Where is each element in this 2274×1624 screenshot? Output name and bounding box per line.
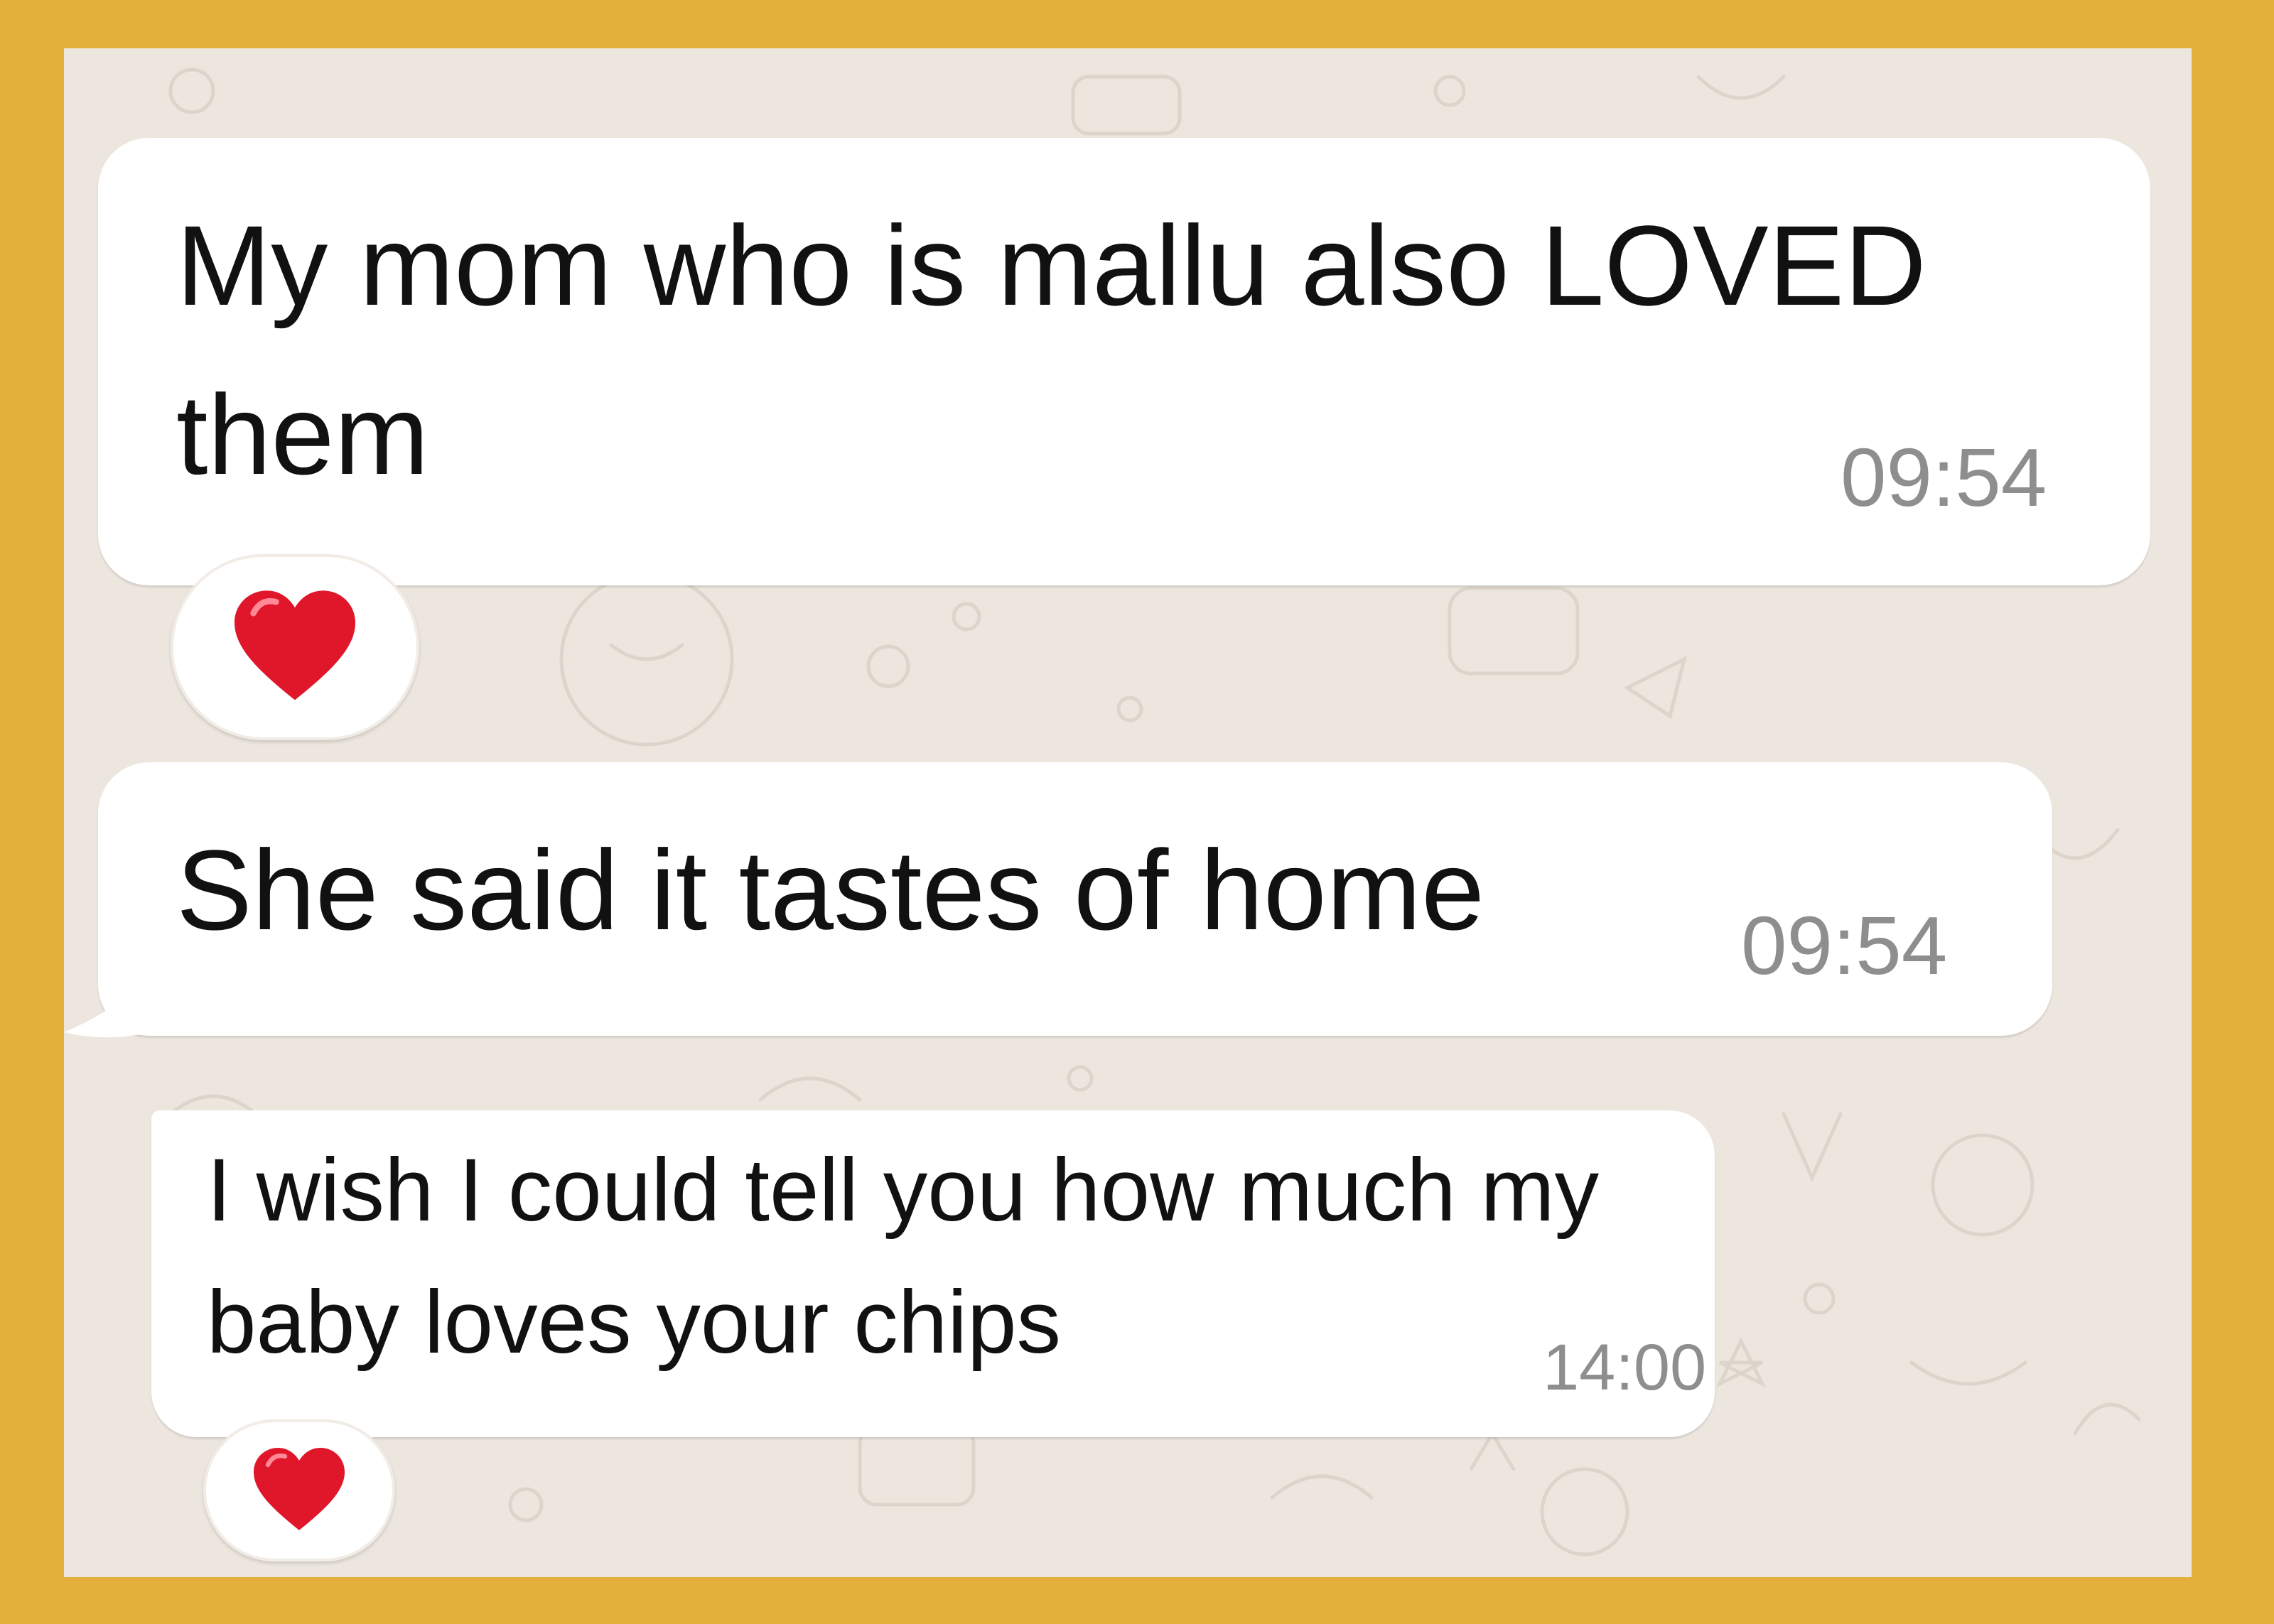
reaction-badge[interactable] [171, 554, 419, 740]
reaction-badge[interactable] [203, 1419, 395, 1561]
chat-background: My mom who is mallu also LOVED them 09:5… [64, 48, 2192, 1577]
message-text-line: I wish I could tell you how much my [207, 1141, 1600, 1240]
message-timestamp: 14:00 [1543, 1331, 1707, 1404]
bubble-tail [64, 943, 188, 1038]
message-text-line: them [176, 371, 429, 498]
message-text-line: She said it tastes of home [176, 826, 1485, 953]
message-timestamp: 09:54 [1741, 899, 1948, 992]
heart-icon [235, 590, 355, 700]
message-text-line: My mom who is mallu also LOVED [176, 202, 1927, 329]
message-timestamp: 09:54 [1841, 431, 2047, 524]
message-bubble[interactable]: I wish I could tell you how much my baby… [151, 1110, 1715, 1437]
heart-icon [254, 1448, 345, 1530]
message-text-line: baby loves your chips [207, 1273, 1062, 1372]
message-bubble[interactable]: She said it tastes of home 09:54 [98, 762, 2052, 1036]
message-bubble[interactable]: My mom who is mallu also LOVED them 09:5… [98, 138, 2150, 585]
